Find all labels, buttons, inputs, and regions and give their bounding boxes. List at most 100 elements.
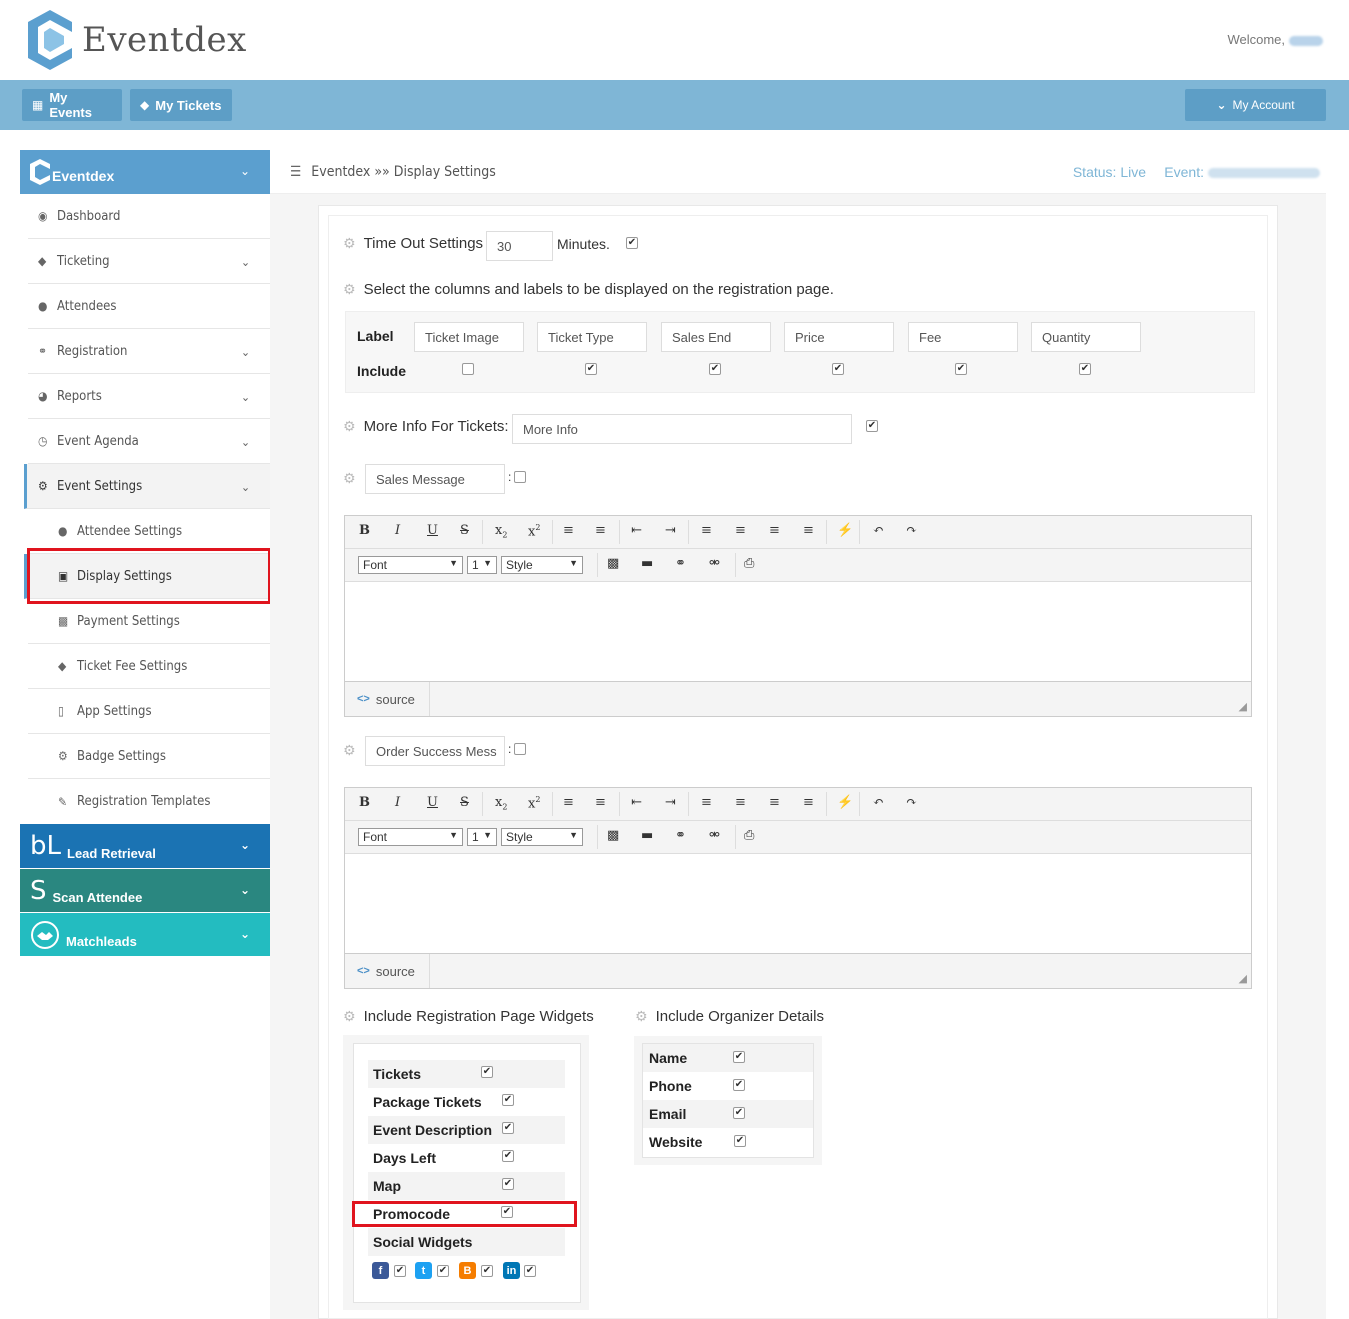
organizer-phone-checkbox[interactable]: ✔ [733,1079,745,1091]
sidebar-subitem-badge-settings[interactable]: ⚙ Badge Settings [28,734,270,779]
organizer-name-checkbox[interactable]: ✔ [733,1051,745,1063]
facebook-checkbox[interactable]: ✔ [394,1265,406,1277]
indent-icon[interactable]: ⇥ [665,795,676,810]
order-success-input[interactable]: Order Success Mess [365,736,505,766]
column-include-checkbox[interactable]: ✔ [709,363,721,375]
sidebar-module-scan-attendee[interactable]: S Scan Attendee ⌄ [20,868,270,912]
align-center-icon[interactable]: ≡ [735,523,746,538]
clear-format-icon[interactable]: ⚡ [837,523,853,538]
sidebar-item-dashboard[interactable]: ◉ Dashboard [28,194,270,239]
print-icon[interactable]: ⎙ [744,556,754,571]
widget-event-description-checkbox[interactable]: ✔ [502,1122,514,1134]
subscript-button[interactable]: x2 [495,523,507,540]
size-select[interactable]: 1 ▼ [467,556,497,574]
more-info-checkbox[interactable]: ✔ [866,420,878,432]
horizontal-rule-icon[interactable]: ▬ [641,556,653,571]
widget-package-tickets-checkbox[interactable]: ✔ [502,1094,514,1106]
image-icon[interactable]: ▩ [607,556,619,571]
horizontal-rule-icon[interactable]: ▬ [641,828,653,843]
widget-days-left-checkbox[interactable]: ✔ [502,1150,514,1162]
size-select[interactable]: 1 ▼ [467,828,497,846]
sidebar-module-lead-retrieval[interactable]: bL Lead Retrieval ⌄ [20,824,270,868]
font-select[interactable]: Font ▼ [358,828,463,846]
clear-format-icon[interactable]: ⚡ [837,795,853,810]
undo-icon[interactable]: ↶ [873,795,884,810]
timeout-checkbox[interactable]: ✔ [626,237,638,249]
sales-message-input[interactable]: Sales Message [365,464,505,494]
blogger-checkbox[interactable]: ✔ [481,1265,493,1277]
bold-button[interactable]: B [359,795,370,810]
organizer-website-checkbox[interactable]: ✔ [734,1135,746,1147]
linkedin-checkbox[interactable]: ✔ [524,1265,536,1277]
italic-button[interactable]: I [395,523,400,538]
justify-icon[interactable]: ≡ [803,795,814,810]
strikethrough-button[interactable]: S [460,523,469,538]
timeout-input[interactable]: 30 [486,231,553,261]
unordered-list-icon[interactable]: ≡ [595,523,606,538]
column-label-input[interactable]: Ticket Type [537,322,647,352]
eventdex-logo[interactable]: Eventdex [28,10,247,70]
undo-icon[interactable]: ↶ [873,523,884,538]
sidebar-subitem-ticket-fee-settings[interactable]: ◆ Ticket Fee Settings [28,644,270,689]
outdent-icon[interactable]: ⇤ [631,523,642,538]
ordered-list-icon[interactable]: ≡ [563,795,574,810]
sidebar-item-registration[interactable]: ⚭ Registration ⌄ [28,329,270,374]
column-include-checkbox[interactable]: ✔ [1079,363,1091,375]
align-left-icon[interactable]: ≡ [701,523,712,538]
my-tickets-button[interactable]: ◆ My Tickets [130,89,232,121]
sidebar-subitem-registration-templates[interactable]: ✎ Registration Templates [28,779,270,824]
editor-content-area[interactable] [345,854,1251,954]
sidebar-item-event-settings[interactable]: ⚙ Event Settings ⌄ [24,464,270,509]
align-left-icon[interactable]: ≡ [701,795,712,810]
justify-icon[interactable]: ≡ [803,523,814,538]
more-info-input[interactable]: More Info [512,414,852,444]
sidebar-module-matchleads[interactable]: Matchleads ⌄ [20,912,270,956]
subscript-button[interactable]: x2 [495,795,507,812]
twitter-checkbox[interactable]: ✔ [437,1265,449,1277]
resize-handle-icon[interactable]: ◢ [1239,972,1247,985]
unlink-icon[interactable]: ⚮ [709,556,720,571]
column-label-input[interactable]: Sales End [661,322,771,352]
sidebar-subitem-app-settings[interactable]: ▯ App Settings [28,689,270,734]
align-right-icon[interactable]: ≡ [769,795,780,810]
column-label-input[interactable]: Price [784,322,894,352]
sidebar-item-event-agenda[interactable]: ◷ Event Agenda ⌄ [28,419,270,464]
superscript-button[interactable]: x2 [528,523,540,539]
column-label-input[interactable]: Fee [908,322,1018,352]
column-include-checkbox[interactable]: ✔ [955,363,967,375]
organizer-email-checkbox[interactable]: ✔ [733,1107,745,1119]
align-center-icon[interactable]: ≡ [735,795,746,810]
sidebar-subitem-payment-settings[interactable]: ▩ Payment Settings [28,599,270,644]
bold-button[interactable]: B [359,523,370,538]
sidebar-item-reports[interactable]: ◕ Reports ⌄ [28,374,270,419]
print-icon[interactable]: ⎙ [744,828,754,843]
column-label-input[interactable]: Quantity [1031,322,1141,352]
order-success-checkbox[interactable] [514,743,526,755]
align-right-icon[interactable]: ≡ [769,523,780,538]
underline-button[interactable]: U [427,795,438,810]
font-select[interactable]: Font ▼ [358,556,463,574]
outdent-icon[interactable]: ⇤ [631,795,642,810]
indent-icon[interactable]: ⇥ [665,523,676,538]
style-select[interactable]: Style ▼ [501,556,583,574]
widget-tickets-checkbox[interactable]: ✔ [481,1066,493,1078]
unordered-list-icon[interactable]: ≡ [595,795,606,810]
superscript-button[interactable]: x2 [528,795,540,811]
sidebar-item-attendees[interactable]: ● Attendees [28,284,270,329]
column-include-checkbox[interactable] [462,363,474,375]
link-icon[interactable]: ⚭ [675,556,686,571]
redo-icon[interactable]: ↷ [906,795,917,810]
ordered-list-icon[interactable]: ≡ [563,523,574,538]
widget-map-checkbox[interactable]: ✔ [502,1178,514,1190]
redo-icon[interactable]: ↷ [906,523,917,538]
my-account-button[interactable]: ⌄ My Account [1185,89,1326,121]
source-button[interactable]: <> source [345,682,430,716]
image-icon[interactable]: ▩ [607,828,619,843]
strikethrough-button[interactable]: S [460,795,469,810]
style-select[interactable]: Style ▼ [501,828,583,846]
underline-button[interactable]: U [427,523,438,538]
italic-button[interactable]: I [395,795,400,810]
sidebar-item-ticketing[interactable]: ◆ Ticketing ⌄ [28,239,270,284]
link-icon[interactable]: ⚭ [675,828,686,843]
sales-message-checkbox[interactable] [514,471,526,483]
